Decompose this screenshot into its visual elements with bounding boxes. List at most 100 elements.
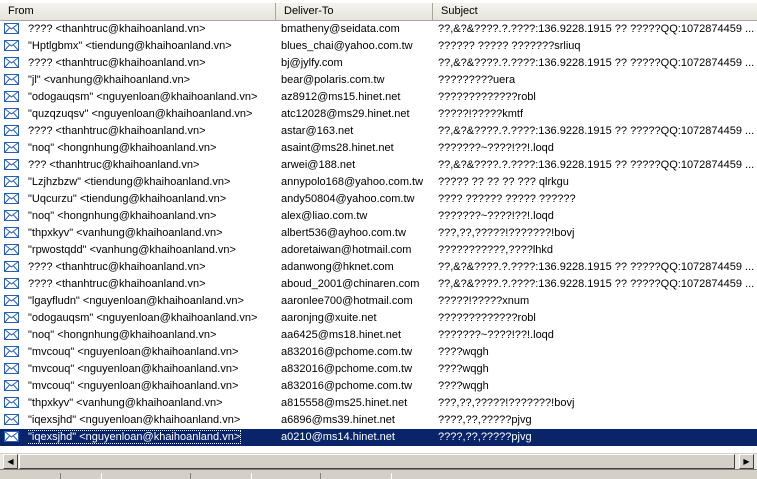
envelope-icon xyxy=(4,55,20,72)
deliver-to-cell: aaronjng@xuite.net xyxy=(281,312,377,324)
table-row[interactable]: ???? <thanhtruc@khaihoanland.vn> bj@jylfy… xyxy=(0,55,757,72)
deliver-to-cell: atc12028@ms29.hinet.net xyxy=(281,108,410,120)
table-row[interactable]: ???? <thanhtruc@khaihoanland.vn> bmatheny… xyxy=(0,21,757,38)
arrow-left-icon[interactable]: ◀ xyxy=(3,454,18,469)
table-row[interactable]: "noq" <hongnhung@khaihoanland.vn> aa6425@… xyxy=(0,327,757,344)
deliver-to-cell: arwei@188.net xyxy=(281,159,356,171)
status-pane xyxy=(190,473,252,479)
table-row[interactable]: "quzqzuqsv" <nguyenloan@khaihoanland.vn>… xyxy=(0,106,757,123)
table-row[interactable]: "jl" <vanhung@khaihoanland.vn> bear@polar… xyxy=(0,72,757,89)
from-cell: "mvcouq" <nguyenloan@khaihoanland.vn> xyxy=(28,380,239,392)
subject-cell: ???????~????!??!.loqd xyxy=(438,142,554,154)
subject-cell: ?????????uera xyxy=(438,74,516,86)
table-row[interactable]: ???? <thanhtruc@khaihoanland.vn> aboud_20… xyxy=(0,276,757,293)
table-row[interactable]: "Uqcurzu" <tiendung@khaihoanland.vn> andy… xyxy=(0,191,757,208)
horizontal-scrollbar[interactable]: ◀ ▶ xyxy=(0,453,757,469)
envelope-icon xyxy=(4,293,20,310)
from-cell: "odogauqsm" <nguyenloan@khaihoanland.vn> xyxy=(28,312,258,324)
table-row[interactable]: "odogauqsm" <nguyenloan@khaihoanland.vn>… xyxy=(0,89,757,106)
column-header-deliver-to[interactable]: Deliver-To xyxy=(276,3,433,20)
subject-cell: ??,&?&????.?.????:136.9228.1915 ?? ?????… xyxy=(438,57,755,69)
envelope-icon xyxy=(4,191,20,208)
subject-cell: ????wqgh xyxy=(438,380,489,392)
status-pane xyxy=(60,473,102,479)
deliver-to-cell: bear@polaris.com.tw xyxy=(281,74,385,86)
from-cell: ??? <thanhtruc@khaihoanland.vn> xyxy=(28,159,200,171)
table-row[interactable]: "thpxkyv" <vanhung@khaihoanland.vn> a8155… xyxy=(0,395,757,412)
subject-cell: ????,??,?????pjvg xyxy=(438,414,532,426)
subject-cell: ????wqgh xyxy=(438,346,489,358)
deliver-to-cell: blues_chai@yahoo.com.tw xyxy=(281,40,413,52)
envelope-icon xyxy=(4,310,20,327)
table-row[interactable]: ??? <thanhtruc@khaihoanland.vn> arwei@188… xyxy=(0,157,757,174)
status-pane xyxy=(320,473,392,479)
table-row[interactable]: "lgayfludn" <nguyenloan@khaihoanland.vn>… xyxy=(0,293,757,310)
deliver-to-cell: alex@liao.com.tw xyxy=(281,210,368,222)
table-row[interactable]: ???? <thanhtruc@khaihoanland.vn> astar@16… xyxy=(0,123,757,140)
from-cell: "noq" <hongnhung@khaihoanland.vn> xyxy=(28,142,217,154)
table-row[interactable]: "mvcouq" <nguyenloan@khaihoanland.vn> a83… xyxy=(0,378,757,395)
deliver-to-cell: astar@163.net xyxy=(281,125,354,137)
table-row[interactable]: ???? <thanhtruc@khaihoanland.vn> adanwong… xyxy=(0,259,757,276)
envelope-icon xyxy=(4,72,20,89)
envelope-icon xyxy=(4,38,20,55)
deliver-to-cell: andy50804@yahoo.com.tw xyxy=(281,193,415,205)
table-row[interactable]: "noq" <hongnhung@khaihoanland.vn> alex@li… xyxy=(0,208,757,225)
subject-cell: ??,&?&????.?.????:136.9228.1915 ?? ?????… xyxy=(438,278,755,290)
envelope-icon xyxy=(4,259,20,276)
from-cell: "iqexsjhd" <nguyenloan@khaihoanland.vn> xyxy=(28,414,241,426)
deliver-to-cell: bmatheny@seidata.com xyxy=(281,23,400,35)
arrow-right-icon[interactable]: ▶ xyxy=(739,454,754,469)
table-row[interactable]: "mvcouq" <nguyenloan@khaihoanland.vn> a83… xyxy=(0,344,757,361)
envelope-icon xyxy=(4,395,20,412)
deliver-to-cell: a6896@ms39.hinet.net xyxy=(281,414,395,426)
from-cell: "noq" <hongnhung@khaihoanland.vn> xyxy=(28,329,217,341)
subject-cell: ???? ?????? ????? ?????? xyxy=(438,193,576,205)
table-row[interactable]: "Lzjhzbzw" <tiendung@khaihoanland.vn> ann… xyxy=(0,174,757,191)
table-row[interactable]: "noq" <hongnhung@khaihoanland.vn> asaint@… xyxy=(0,140,757,157)
envelope-icon xyxy=(4,242,20,259)
from-cell: ???? <thanhtruc@khaihoanland.vn> xyxy=(28,278,206,290)
from-cell: "odogauqsm" <nguyenloan@khaihoanland.vn> xyxy=(28,91,258,103)
table-row[interactable]: "Hptlgbmx" <tiendung@khaihoanland.vn> blu… xyxy=(0,38,757,55)
column-header-from[interactable]: From xyxy=(0,3,276,20)
deliver-to-cell: a832016@pchome.com.tw xyxy=(281,380,413,392)
deliver-to-cell: adoretaiwan@hotmail.com xyxy=(281,244,412,256)
subject-cell: ??,&?&????.?.????:136.9228.1915 ?? ?????… xyxy=(438,23,755,35)
subject-cell: ????,??,?????pjvg xyxy=(438,431,532,443)
from-cell: "Hptlgbmx" <tiendung@khaihoanland.vn> xyxy=(28,40,232,52)
table-row[interactable]: "thpxkyv" <vanhung@khaihoanland.vn> alber… xyxy=(0,225,757,242)
from-cell: "mvcouq" <nguyenloan@khaihoanland.vn> xyxy=(28,346,239,358)
from-cell: "thpxkyv" <vanhung@khaihoanland.vn> xyxy=(28,227,223,239)
subject-cell: ?????????????robl xyxy=(438,91,536,103)
envelope-icon xyxy=(4,123,20,140)
subject-cell: ????? ?? ?? ?? ??? qlrkgu xyxy=(438,176,569,188)
from-cell: "thpxkyv" <vanhung@khaihoanland.vn> xyxy=(28,397,223,409)
table-row[interactable]: "iqexsjhd" <nguyenloan@khaihoanland.vn> a… xyxy=(0,412,757,429)
envelope-icon xyxy=(4,378,20,395)
message-list: ???? <thanhtruc@khaihoanland.vn> bmatheny… xyxy=(0,21,757,451)
from-cell: "rpwostqdd" <vanhung@khaihoanland.vn> xyxy=(28,244,236,256)
envelope-icon xyxy=(4,225,20,242)
envelope-icon xyxy=(4,327,20,344)
from-cell: ???? <thanhtruc@khaihoanland.vn> xyxy=(28,23,206,35)
deliver-to-cell: a832016@pchome.com.tw xyxy=(281,363,413,375)
table-row[interactable]: "rpwostqdd" <vanhung@khaihoanland.vn> ado… xyxy=(0,242,757,259)
deliver-to-cell: a815558@ms25.hinet.net xyxy=(281,397,408,409)
subject-cell: ????wqgh xyxy=(438,363,489,375)
subject-cell: ??,&?&????.?.????:136.9228.1915 ?? ?????… xyxy=(438,159,755,171)
subject-cell: ?????? ????? ???????srliuq xyxy=(438,40,581,52)
from-cell: "jl" <vanhung@khaihoanland.vn> xyxy=(28,74,191,86)
envelope-icon xyxy=(4,21,20,38)
envelope-icon xyxy=(4,361,20,378)
envelope-icon xyxy=(4,344,20,361)
scrollbar-thumb[interactable] xyxy=(19,454,735,469)
column-header-subject[interactable]: Subject xyxy=(433,3,757,20)
subject-cell: ???????????,????lhkd xyxy=(438,244,554,256)
table-row-selected[interactable]: "iqexsjhd" <nguyenloan@khaihoanland.vn> a… xyxy=(0,429,757,446)
table-row[interactable]: "mvcouq" <nguyenloan@khaihoanland.vn> a83… xyxy=(0,361,757,378)
envelope-icon xyxy=(4,157,20,174)
table-row[interactable]: "odogauqsm" <nguyenloan@khaihoanland.vn>… xyxy=(0,310,757,327)
envelope-icon xyxy=(4,208,20,225)
from-cell: "quzqzuqsv" <nguyenloan@khaihoanland.vn> xyxy=(28,108,253,120)
